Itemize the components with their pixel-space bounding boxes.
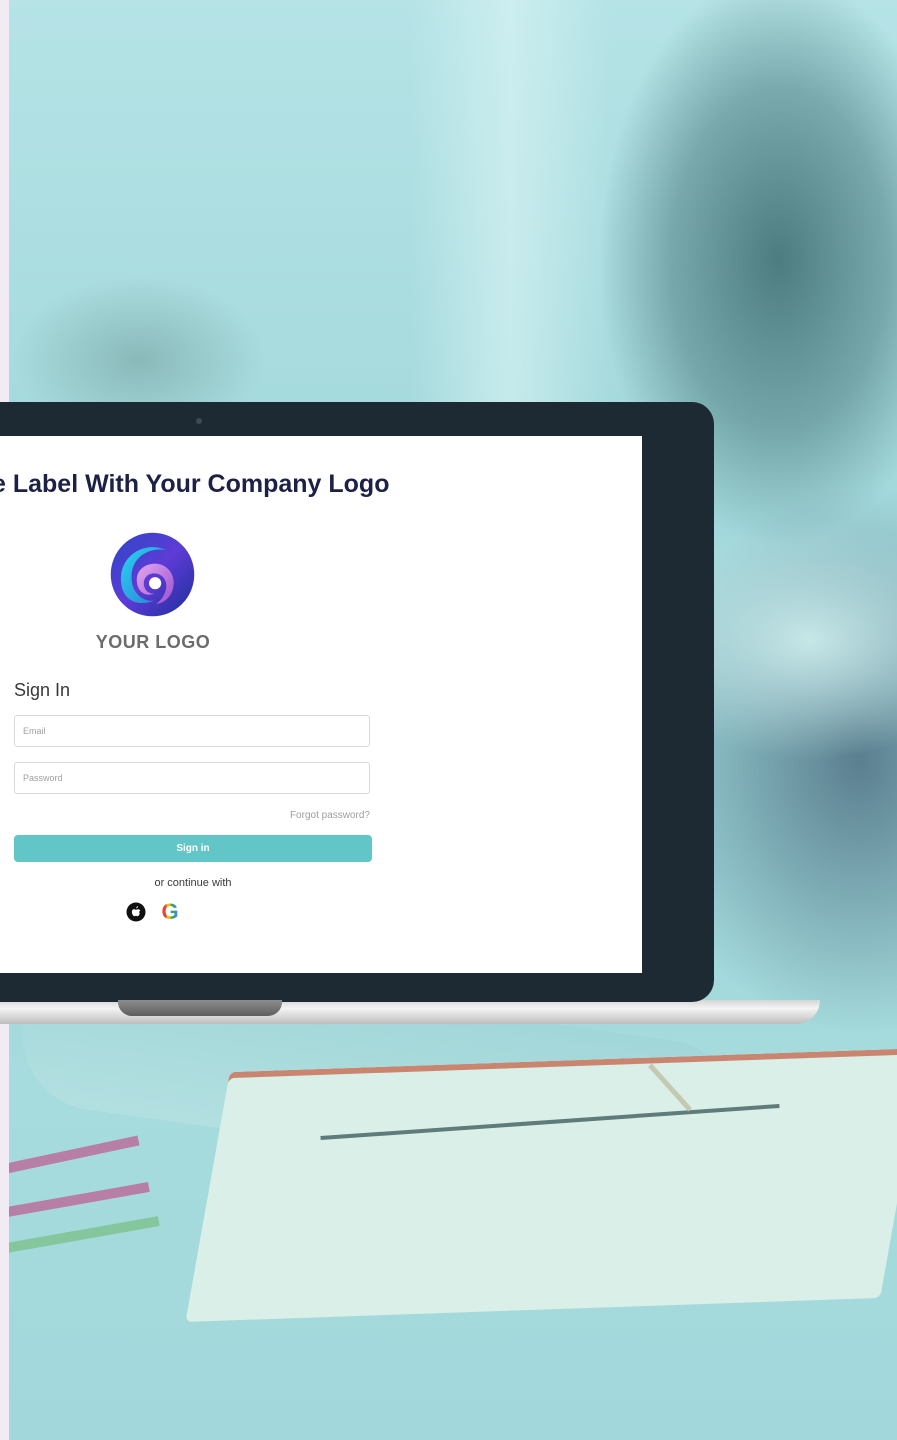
logo-text: YOUR LOGO — [95, 632, 211, 652]
swirl-logo-icon — [110, 532, 195, 617]
laptop-notch — [118, 1000, 282, 1016]
password-field[interactable] — [14, 762, 370, 794]
laptop-screen: e Label With Your Company Logo YOUR LOGO… — [0, 436, 642, 973]
webcam — [196, 418, 202, 424]
google-icon[interactable]: G — [158, 901, 182, 923]
signin-title: Sign In — [14, 680, 71, 700]
continue-with-label: or continue with — [154, 877, 232, 889]
forgot-password-link[interactable]: Forgot password? — [200, 810, 370, 821]
window-light — [410, 0, 610, 420]
google-glyph: G — [161, 899, 179, 924]
sign-in-button[interactable]: Sign in — [14, 835, 372, 862]
page-headline: e Label With Your Company Logo — [0, 470, 390, 498]
apple-icon[interactable] — [126, 902, 146, 922]
laptop-bezel: e Label With Your Company Logo YOUR LOGO… — [0, 402, 714, 1002]
open-book — [185, 1048, 897, 1322]
email-field[interactable] — [14, 715, 370, 747]
